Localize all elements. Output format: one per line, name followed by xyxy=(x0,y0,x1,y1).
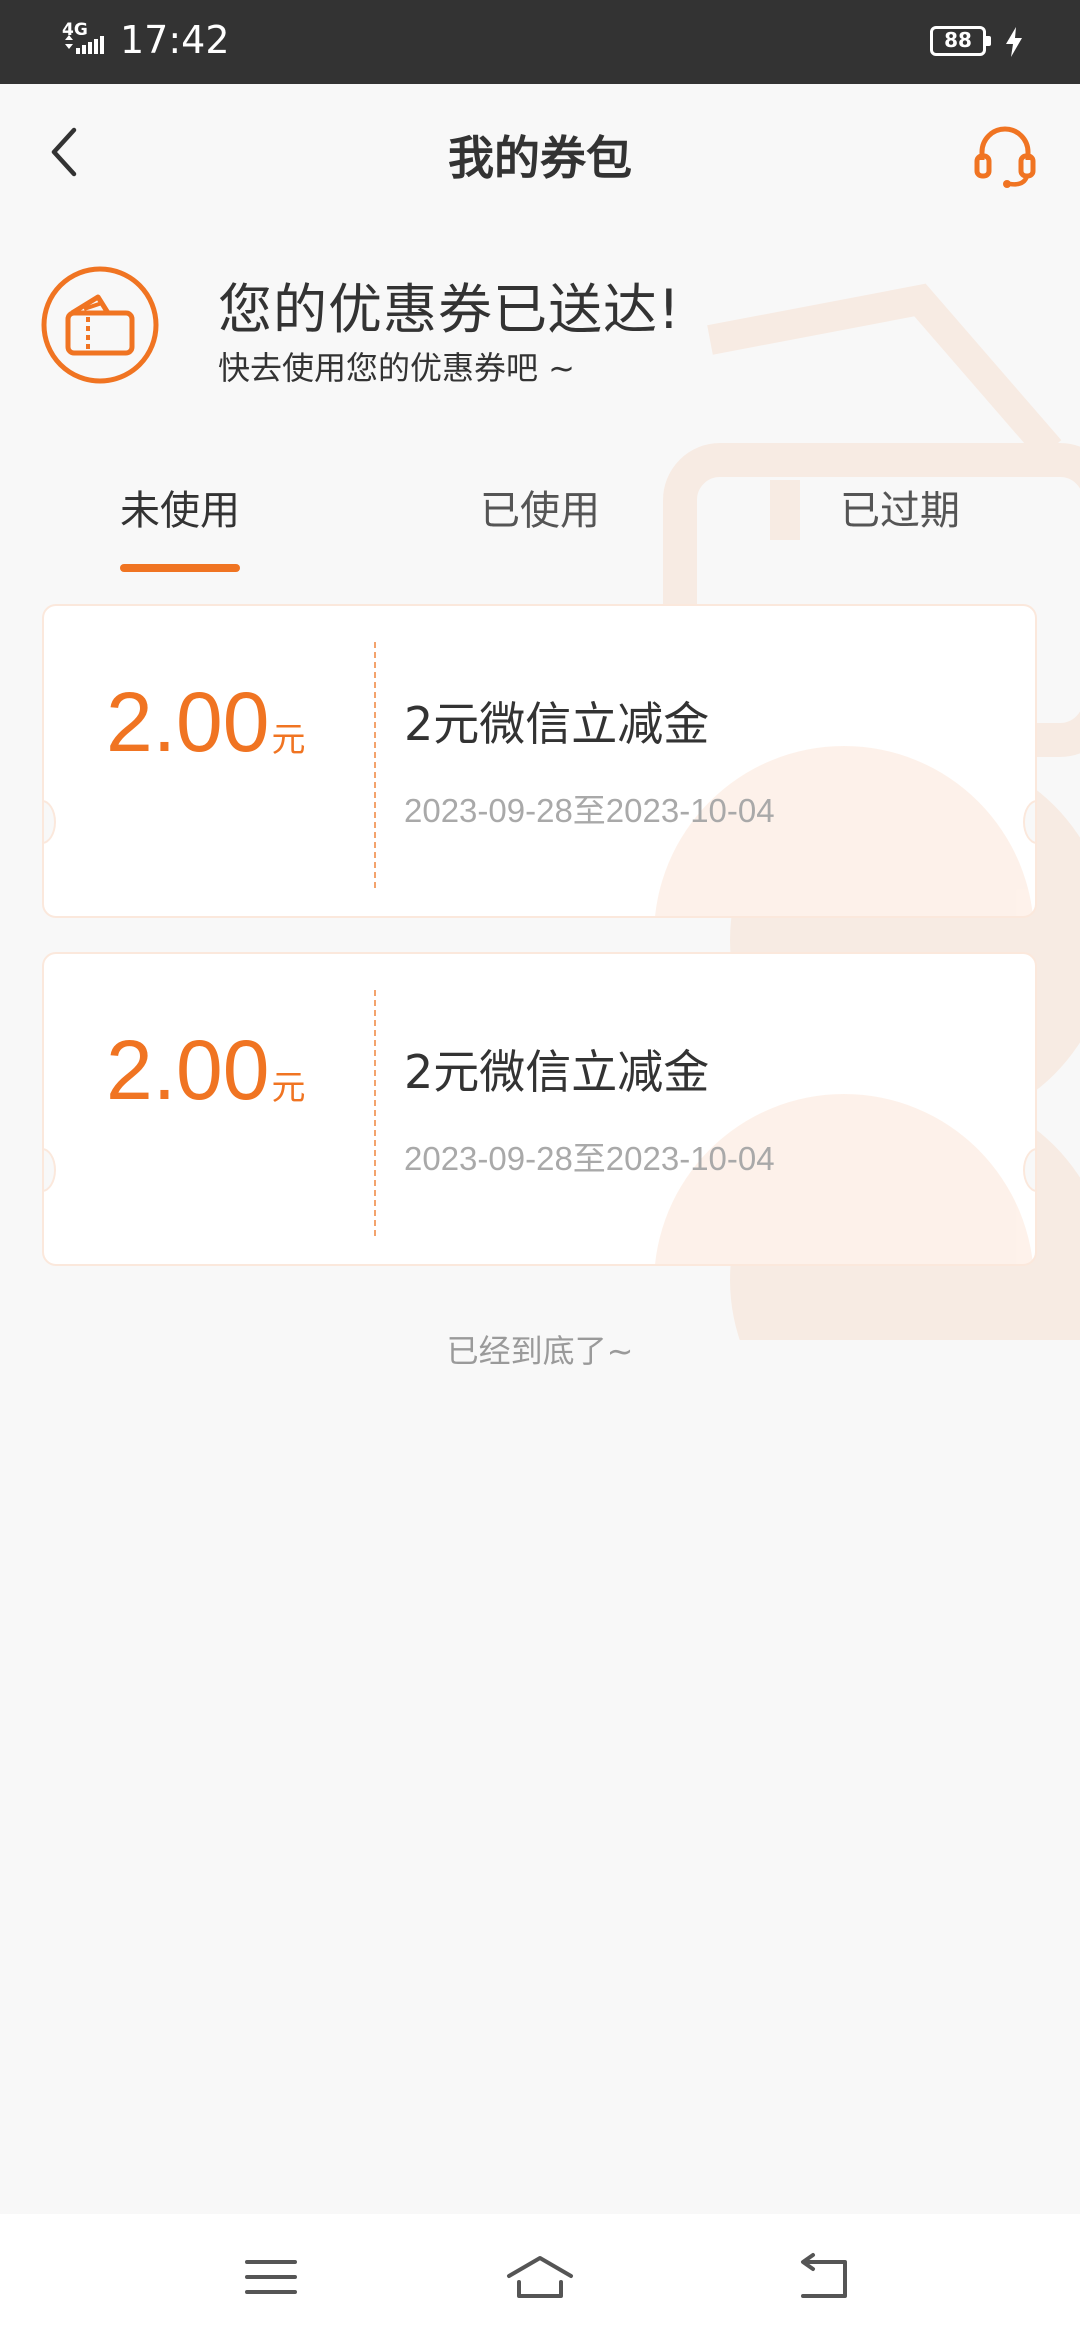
menu-icon[interactable] xyxy=(241,2252,301,2302)
coupon-card[interactable]: 2.00元 2元微信立减金 2023-09-28至2023-10-04 xyxy=(42,952,1037,1266)
banner-title: 您的优惠券已送达! xyxy=(218,278,681,341)
status-bar: 4G 17:42 88 xyxy=(0,0,1080,84)
delivery-banner: 您的优惠券已送达! 快去使用您的优惠券吧 ~ xyxy=(40,265,1040,395)
active-tab-indicator xyxy=(120,564,240,572)
battery-icon: 88 xyxy=(930,26,991,56)
coupon-ticket-icon xyxy=(41,266,159,384)
coupon-validity: 2023-09-28至2023-10-04 xyxy=(404,792,775,829)
coupon-notch-left xyxy=(44,800,56,844)
tab-expired[interactable]: 已过期 xyxy=(720,478,1080,536)
tab-used[interactable]: 已使用 xyxy=(360,478,720,536)
headset-service-icon[interactable] xyxy=(970,120,1040,190)
clock: 17:42 xyxy=(120,18,230,62)
return-icon[interactable] xyxy=(793,2252,853,2302)
system-nav-bar xyxy=(0,2214,1080,2340)
coupon-validity: 2023-09-28至2023-10-04 xyxy=(404,1140,775,1177)
coupon-divider xyxy=(374,990,376,1236)
charging-icon xyxy=(1006,27,1022,57)
banner-subtitle: 快去使用您的优惠券吧 ~ xyxy=(218,349,575,387)
coupon-name: 2元微信立减金 xyxy=(404,1045,710,1099)
tab-bar: 未使用 已使用 已过期 xyxy=(0,460,1080,580)
coupon-card[interactable]: 2.00元 2元微信立减金 2023-09-28至2023-10-04 xyxy=(42,604,1037,918)
coupon-notch-left xyxy=(44,1148,56,1192)
coupon-unit: 元 xyxy=(271,721,306,759)
coupon-amount: 2.00 xyxy=(106,675,270,769)
end-of-list-text: 已经到底了~ xyxy=(446,1332,634,1370)
coupon-unit: 元 xyxy=(271,1069,306,1107)
nav-bar: 我的券包 xyxy=(0,84,1080,220)
coupon-name: 2元微信立减金 xyxy=(404,697,710,751)
page-title: 我的券包 xyxy=(448,131,632,185)
coupon-divider xyxy=(374,642,376,888)
coupon-amount: 2.00 xyxy=(106,1023,270,1117)
home-icon[interactable] xyxy=(505,2252,575,2302)
tab-unused[interactable]: 未使用 xyxy=(0,478,360,536)
battery-level: 88 xyxy=(944,28,972,52)
signal-icon xyxy=(65,35,104,54)
coupon-amount-block: 2.00元 xyxy=(106,1022,306,1119)
coupon-amount-block: 2.00元 xyxy=(106,674,306,771)
